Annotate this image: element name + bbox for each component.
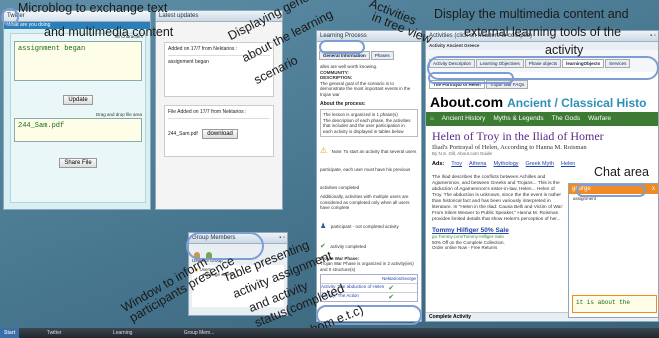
ads-label: Ads: [432, 161, 445, 167]
download-button[interactable]: download [202, 129, 238, 139]
close-icon[interactable]: x [652, 184, 655, 194]
check-icon: ✔ [388, 284, 395, 292]
article-byline: By N.S. Gill, About.com Guide [432, 150, 493, 156]
about-process-heading: About the process: [320, 101, 366, 107]
file-drop-area[interactable]: 244_Sam.pdf [14, 118, 142, 142]
description-text: The general goal of the scenario is to d… [320, 80, 411, 97]
nav-myths[interactable]: Myths & Legends [493, 115, 543, 122]
site-category: Ancient / Classical Histo [507, 95, 647, 110]
share-file-button[interactable]: Share File [59, 158, 97, 168]
tab-phases[interactable]: Phases [370, 51, 394, 60]
annotation-multimedia-3: activity [545, 43, 584, 57]
note-text: Note: To start an activity that several … [320, 149, 417, 190]
drag-drop-label: Drag and drop file area [95, 111, 142, 117]
nav-ancient-history[interactable]: Ancient History [442, 115, 486, 122]
learning-process-window: Learning Process General Information Phas… [316, 30, 422, 322]
warning-icon: ⚠ [320, 146, 328, 155]
process-title: Learning Process [320, 33, 367, 39]
ad-link-mythology[interactable]: Mythology [493, 161, 518, 167]
check-icon: ✔ [388, 293, 395, 301]
legend-completed: activity completed [330, 243, 367, 249]
check-icon: ✔ [320, 242, 326, 250]
nav-gods[interactable]: The Gods [552, 115, 581, 122]
article-body: The Iliad describes the conflicts betwee… [432, 175, 564, 222]
home-icon[interactable]: ⌂ [430, 116, 434, 122]
annotation-multimedia-2: external learning tools of the [464, 25, 622, 39]
nav-warfare[interactable]: Warfare [588, 115, 611, 122]
phases-description: The description of each phase, the activ… [323, 117, 411, 134]
about-logo: About.com [430, 93, 504, 110]
ad-link-athena[interactable]: Athena [469, 161, 486, 167]
desktop: Twitter What are you doing 96 Characters… [0, 0, 659, 328]
annotation-microblog-2: and multimedia content [44, 25, 174, 39]
article-heading: Helen of Troy in the Iliad of Homer [432, 128, 604, 143]
taskbar-item-learning[interactable]: Learning [109, 328, 136, 338]
tweet-input[interactable]: assignment began [14, 40, 142, 81]
site-nav: ⌂ Ancient History Myths & Legends The Go… [426, 111, 658, 126]
ad-link-greek-myth[interactable]: Greek Myth [526, 161, 554, 167]
update-button[interactable]: Update [63, 94, 93, 105]
update-item-2: File Added on 17/7 from Nektarios : [168, 109, 247, 115]
participant-icon: ♟ [320, 222, 327, 230]
annotation-microblog: Microblog to exchange text [18, 1, 168, 15]
taskbar: Start Twitter Learning Group Mem... [0, 328, 659, 338]
article-subtitle: Iliad's Portrayal of Helen, According to… [432, 143, 587, 151]
chat-window: george x assignment it is about the [568, 183, 659, 318]
ad-link-helen[interactable]: Helen [561, 161, 575, 167]
taskbar-item-group[interactable]: Group Mem... [180, 328, 219, 338]
annotation-chat: Chat area [594, 165, 649, 179]
twitter-window: Twitter What are you doing 96 Characters… [3, 10, 151, 210]
chat-input[interactable]: it is about the [572, 295, 657, 313]
start-button[interactable]: Start [0, 328, 20, 338]
note-text-2: Additionally, activities with multiple u… [320, 194, 410, 210]
ad-link-troy[interactable]: Troy [451, 161, 462, 167]
participants-header: NektariosGeorge [381, 276, 416, 281]
taskbar-item-twitter[interactable]: Twitter [43, 328, 66, 338]
activity-header: Activity Ancient Greece [426, 42, 658, 50]
legend-participant: participant - not completed activity [330, 223, 399, 229]
annotation-multimedia: Display the multimedia content and [434, 7, 629, 21]
update-file-name: 244_Sam.pdf [168, 131, 198, 137]
trojan-phase-text: Trojan War Phase is organized in 2 activ… [320, 261, 414, 272]
